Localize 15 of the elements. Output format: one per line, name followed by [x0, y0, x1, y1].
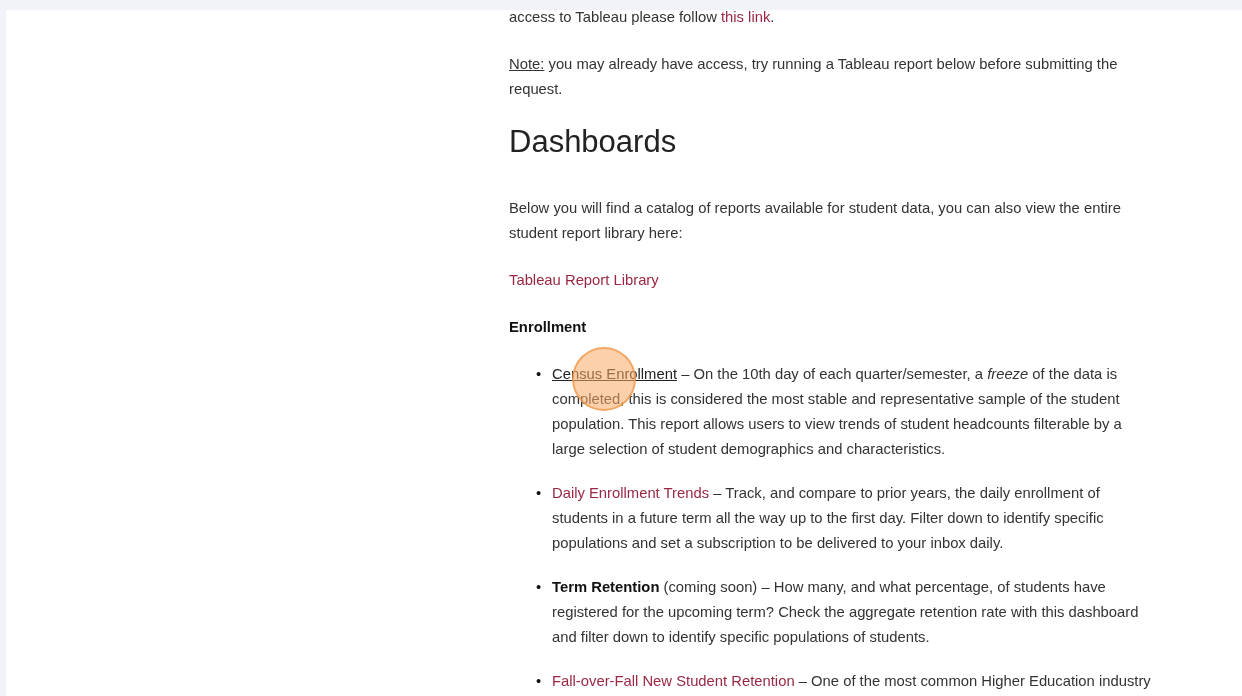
section-heading: Dashboards	[509, 124, 678, 160]
bullet: •	[536, 578, 543, 597]
bullet: •	[536, 365, 543, 384]
subsection-title: Enrollment	[509, 318, 588, 337]
report-description: Daily Enrollment Trends – Track, and compare to prior years, the daily enrollment of students in a future term all the way up to the first day. Filter down to identify specific populations and set a subscription to be delivered to your inbox daily.	[552, 484, 1105, 553]
report-description: Fall-over-Fall New Student Retention – One of the most common Higher Education industry	[552, 672, 1152, 691]
catalog-paragraph: Below you will find a catalog of reports available for student data, you can also view the entire student report library here:	[509, 199, 1122, 243]
bullet: •	[536, 484, 543, 503]
report-link[interactable]: Daily Enrollment Trends	[552, 485, 710, 501]
report-link[interactable]: Fall-over-Fall New Student Retention	[552, 673, 795, 689]
intro-paragraph: access to Tableau please follow this link.	[509, 10, 776, 27]
report-library-link[interactable]: Tableau Report Library	[509, 272, 659, 288]
report-description: Term Retention (coming soon) – How many, and what percentage, of students have registered for the upcoming term? Check the aggregate retention rate with this dashboard and filter down to identify specific populations of students.	[552, 578, 1140, 647]
note-paragraph: Note: you may already have access, try running a Tableau report below before submitting the request.	[509, 55, 1119, 99]
bullet: •	[536, 672, 543, 691]
